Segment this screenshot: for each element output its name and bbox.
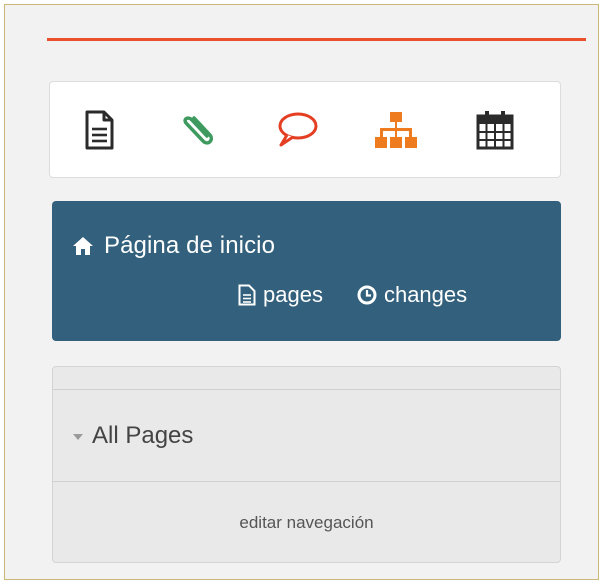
home-page-link[interactable]: Página de inicio <box>72 232 275 260</box>
navigation-panel: All Pages editar navegación <box>52 366 561 563</box>
changes-label: changes <box>383 282 468 307</box>
wiki-header-card: Página de inicio pages changes <box>52 201 561 341</box>
panel-frame: Página de inicio pages changes All Pages… <box>4 4 599 580</box>
activity-toolbar <box>49 81 561 178</box>
pages-label: pages <box>263 282 323 307</box>
calendar-icon[interactable] <box>467 102 523 158</box>
all-pages-toggle[interactable]: All Pages <box>53 390 560 482</box>
speech-bubble-icon[interactable] <box>269 102 325 158</box>
accent-bar <box>47 38 586 41</box>
home-icon <box>73 237 93 255</box>
changes-link[interactable]: changes <box>357 282 467 308</box>
pages-link[interactable]: pages <box>238 282 323 308</box>
all-pages-label: All Pages <box>92 421 194 449</box>
caret-down-icon <box>73 433 83 440</box>
clock-icon <box>357 285 377 305</box>
edit-navigation-label: editar navegación <box>239 513 374 532</box>
edit-navigation-link[interactable]: editar navegación <box>53 482 560 562</box>
document-icon[interactable] <box>71 102 127 158</box>
home-page-label: Página de inicio <box>104 232 276 259</box>
paperclip-icon[interactable] <box>169 102 225 158</box>
wiki-links: pages changes <box>238 282 467 308</box>
navigation-header <box>53 367 560 390</box>
file-icon <box>238 284 256 306</box>
sitemap-icon[interactable] <box>368 102 424 158</box>
